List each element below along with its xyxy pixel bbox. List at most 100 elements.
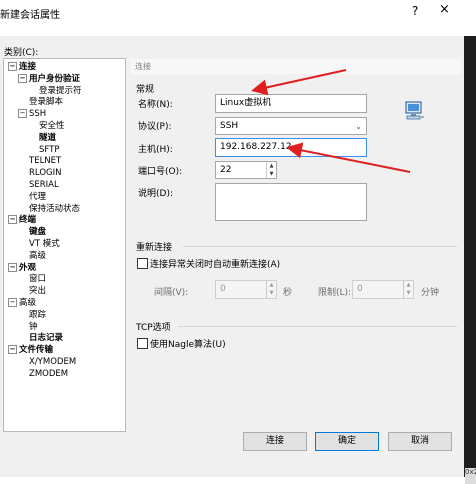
tree-item[interactable]: 登录脚本: [29, 97, 63, 108]
tree-item-label: 窗口: [29, 274, 47, 285]
divider: [183, 246, 457, 247]
collapse-icon[interactable]: −: [8, 215, 17, 225]
ok-button[interactable]: 确定: [315, 432, 379, 451]
port-value: 22: [220, 165, 232, 175]
tree-item-label: 连接: [19, 62, 37, 72]
window-title: 新建会话属性: [0, 10, 60, 21]
tree-item[interactable]: 突出: [29, 286, 46, 297]
spin-up-icon[interactable]: ▲: [404, 281, 413, 289]
protocol-select[interactable]: SSH ⌄: [215, 117, 367, 135]
tree-item-label: 登录脚本: [29, 97, 64, 108]
port-spinner[interactable]: ▲ ▼: [266, 162, 276, 178]
category-label: 类别(C):: [4, 48, 39, 58]
tree-item[interactable]: 代理: [29, 192, 46, 203]
tree-item-label: 高级: [19, 298, 37, 308]
tcp-section-title: TCP选项: [136, 323, 171, 333]
tree-item[interactable]: SFTP: [39, 145, 59, 156]
tree-item-label: 键盘: [29, 227, 47, 238]
interval-value: 0: [220, 284, 226, 294]
spin-up-icon[interactable]: ▲: [267, 162, 276, 170]
tree-item[interactable]: ZMODEM: [29, 369, 68, 380]
tree-item[interactable]: X/YMODEM: [29, 357, 76, 368]
interval-spinner[interactable]: ▲ ▼: [266, 281, 276, 298]
divider: [178, 326, 457, 327]
tree-item[interactable]: 钟: [29, 322, 38, 333]
spin-down-icon[interactable]: ▼: [267, 289, 276, 297]
tree-item-label: SFTP: [39, 144, 60, 155]
tree-item[interactable]: 保持活动状态: [29, 204, 80, 215]
tree-item-label: 代理: [29, 191, 47, 202]
tree-item[interactable]: − 文件传输: [8, 345, 53, 356]
tree-item[interactable]: RLOGIN: [29, 168, 61, 179]
collapse-icon[interactable]: −: [18, 109, 27, 119]
nagle-checkbox-label[interactable]: 使用Nagle算法(U): [150, 337, 226, 350]
collapse-icon[interactable]: −: [8, 298, 17, 307]
general-section-title: 常规: [136, 85, 155, 95]
tree-item[interactable]: 窗口: [29, 274, 46, 285]
tree-item[interactable]: − SSH: [18, 109, 46, 120]
background-window-edge: 0x2: [464, 36, 476, 484]
description-input[interactable]: [215, 183, 367, 221]
port-label: 端口号(O):: [138, 167, 183, 177]
host-label: 主机(H):: [138, 145, 173, 155]
spin-down-icon[interactable]: ▼: [404, 289, 413, 297]
reconnect-checkbox-label[interactable]: 连接异常关闭时自动重新连接(A): [150, 257, 280, 270]
spin-up-icon[interactable]: ▲: [267, 281, 276, 289]
collapse-icon[interactable]: −: [8, 262, 17, 272]
tree-item-label: 安全性: [39, 121, 65, 131]
tree-item[interactable]: VT 模式: [29, 239, 60, 250]
host-input[interactable]: 192.168.227.12: [215, 138, 367, 157]
tree-item[interactable]: 安全性: [39, 121, 65, 132]
protocol-value: SSH: [220, 121, 239, 131]
limit-spinner[interactable]: ▲ ▼: [403, 281, 413, 298]
tree-item[interactable]: 跟踪: [29, 310, 46, 321]
spin-down-icon[interactable]: ▼: [267, 170, 276, 178]
reconnect-checkbox[interactable]: [137, 258, 148, 269]
limit-input[interactable]: 0 ▲ ▼: [352, 280, 414, 299]
tree-item[interactable]: 隧道: [39, 133, 56, 144]
tree-item[interactable]: TELNET: [29, 156, 61, 167]
tree-item-label: SERIAL: [29, 180, 59, 190]
tree-item-label: 跟踪: [29, 309, 47, 320]
name-input[interactable]: Linux虚拟机: [215, 94, 367, 113]
collapse-icon[interactable]: −: [18, 73, 27, 83]
interval-input[interactable]: 0 ▲ ▼: [215, 280, 277, 299]
chevron-down-icon: ⌄: [355, 122, 362, 131]
collapse-icon[interactable]: −: [8, 62, 17, 71]
interval-unit: 秒: [283, 288, 293, 298]
tree-item[interactable]: SERIAL: [29, 180, 59, 191]
tree-item-label: X/YMODEM: [29, 357, 77, 367]
tree-item[interactable]: 高级: [29, 251, 46, 262]
tree-item-label: RLOGIN: [29, 168, 62, 179]
tree-item-label: 保持活动状态: [29, 203, 81, 214]
cancel-button[interactable]: 取消: [388, 432, 452, 451]
connect-button[interactable]: 连接: [243, 432, 307, 451]
port-input[interactable]: 22 ▲ ▼: [215, 161, 277, 179]
help-button[interactable]: ?: [412, 4, 418, 18]
category-tree[interactable]: − 连接 − 用户身份验证 登录提示符 登录脚本 − SSH 安全性 隧道 SFTP TELNET RL…: [3, 58, 126, 432]
tree-item[interactable]: − 终端: [8, 215, 36, 226]
tree-item[interactable]: 登录提示符: [39, 86, 82, 97]
tree-item-label: 用户身份验证: [29, 73, 81, 84]
tree-item-label: 日志记录: [29, 333, 64, 344]
limit-value: 0: [357, 284, 363, 294]
background-window-text: 0x2: [465, 468, 476, 484]
panel-header: 连接: [131, 59, 461, 74]
tree-item-label: SSH: [29, 109, 47, 120]
title-bar: 新建会话属性 ? ×: [0, 0, 476, 36]
tree-item[interactable]: 日志记录: [29, 333, 63, 344]
tree-item[interactable]: − 连接: [8, 62, 36, 73]
nagle-checkbox[interactable]: [137, 338, 148, 349]
reconnect-section-title: 重新连接: [136, 243, 173, 253]
close-button[interactable]: ×: [439, 2, 450, 17]
tree-item[interactable]: 键盘: [29, 227, 46, 238]
tree-item[interactable]: − 高级: [8, 298, 36, 309]
collapse-icon[interactable]: −: [8, 345, 17, 355]
tree-item-label: 终端: [19, 215, 37, 226]
name-label: 名称(N):: [138, 100, 173, 110]
computer-network-icon: [405, 101, 424, 120]
tree-item[interactable]: − 外观: [8, 262, 36, 274]
tree-item-label: 钟: [29, 321, 38, 332]
tree-item-label: VT 模式: [29, 239, 60, 249]
tree-item[interactable]: − 用户身份验证: [18, 73, 81, 85]
